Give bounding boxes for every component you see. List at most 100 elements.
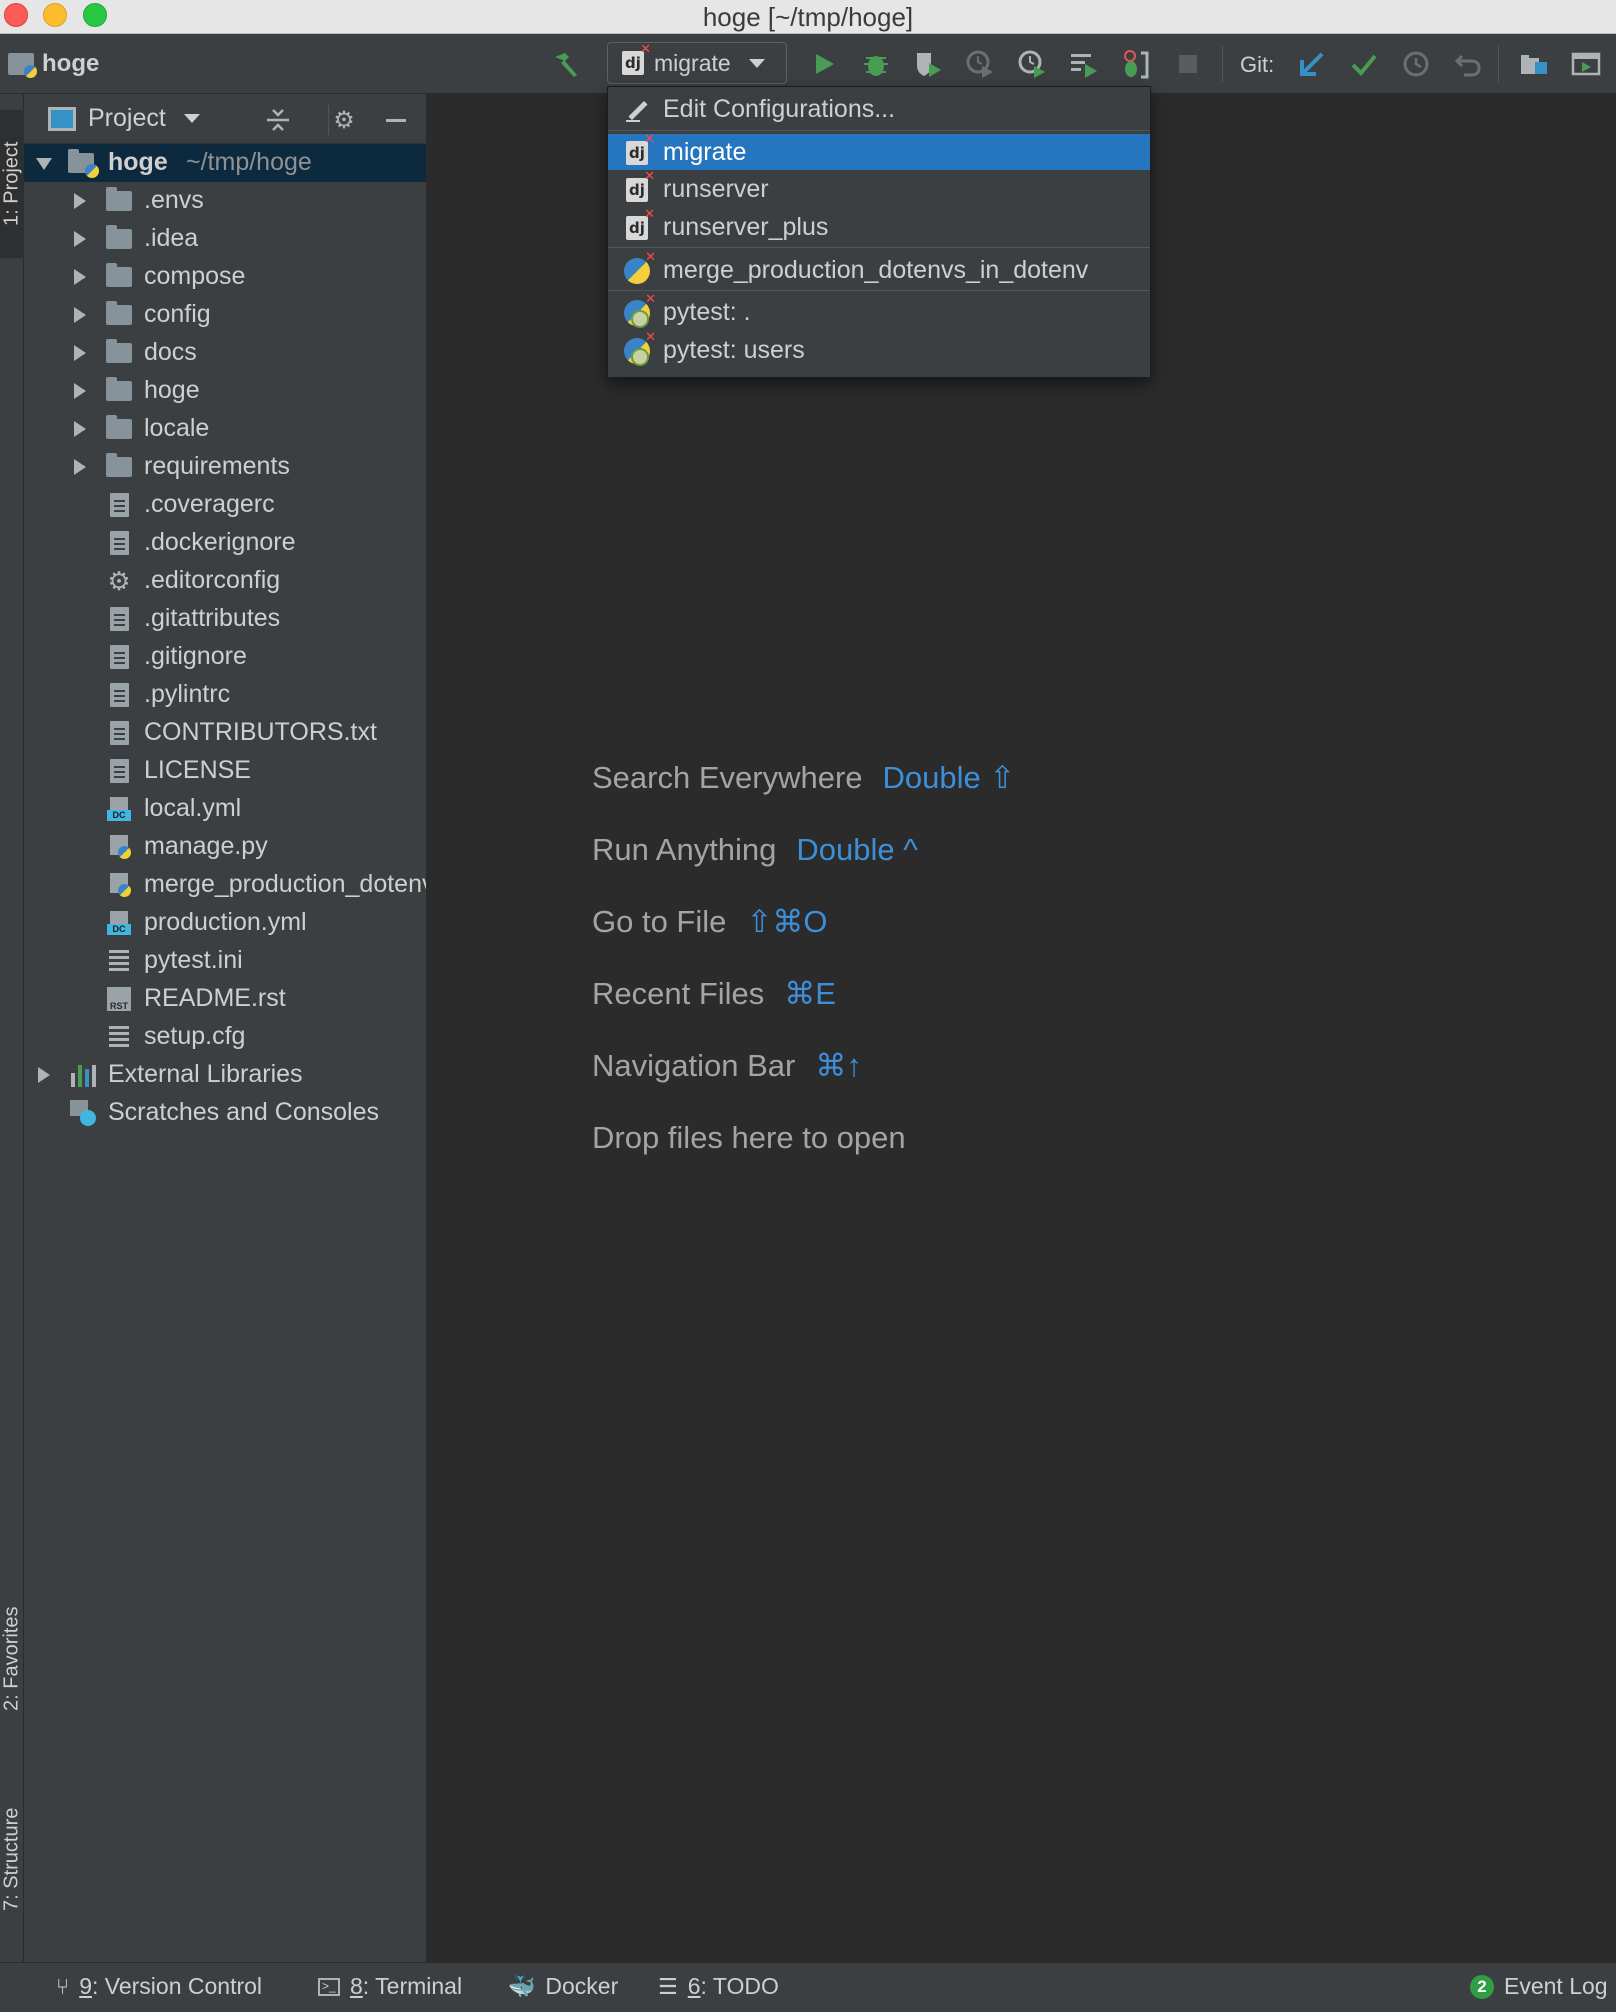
favorites-tool-tab[interactable]: 2: Favorites	[0, 1574, 24, 1744]
tree-item[interactable]: production.yml	[24, 904, 426, 942]
tree-item[interactable]: LICENSE	[24, 752, 426, 790]
tree-item[interactable]: ⚙ .editorconfig	[24, 562, 426, 600]
stop-icon[interactable]	[1172, 48, 1204, 80]
tree-root[interactable]: hoge ~/tmp/hoge	[24, 144, 426, 182]
chevron-right-icon[interactable]	[74, 231, 86, 247]
tree-item[interactable]: merge_production_dotenvs_in_dotenv.py	[24, 866, 426, 904]
chevron-right-icon[interactable]	[74, 193, 86, 209]
hint-label: Drop files here to open	[592, 1120, 906, 1155]
event-log-tool-button[interactable]: 2 Event Log	[1470, 1973, 1608, 2000]
project-structure-icon[interactable]	[1518, 48, 1550, 80]
run-with-profile-icon[interactable]	[1068, 48, 1100, 80]
terminal-tool-button[interactable]: >_ 8: Terminal	[318, 1973, 462, 2000]
hide-panel-icon[interactable]	[382, 106, 410, 134]
tree-item-label: setup.cfg	[144, 1022, 246, 1050]
concurrency-diagram-icon[interactable]	[1016, 48, 1048, 80]
chevron-right-icon[interactable]	[74, 421, 86, 437]
docker-tool-button[interactable]: 🐳 Docker	[508, 1973, 618, 2000]
chevron-right-icon[interactable]	[74, 269, 86, 285]
tree-item[interactable]: requirements	[24, 448, 426, 486]
tree-item-label: .dockerignore	[144, 528, 296, 556]
tree-item[interactable]: manage.py	[24, 828, 426, 866]
folder-icon	[106, 225, 132, 252]
attach-debugger-icon[interactable]	[1120, 48, 1152, 80]
scratches-node[interactable]: Scratches and Consoles	[24, 1094, 426, 1132]
run-icon[interactable]	[808, 48, 840, 80]
run-configurations-popup: Edit Configurations... dj migrate dj runser…	[607, 86, 1151, 378]
tree-item[interactable]: docs	[24, 334, 426, 372]
chevron-right-icon[interactable]	[74, 345, 86, 361]
project-tool-tab[interactable]: 1: Project	[0, 110, 24, 258]
folder-icon	[106, 339, 132, 366]
collapse-all-icon[interactable]	[264, 106, 292, 134]
chevron-right-icon[interactable]	[38, 1067, 50, 1083]
build-hammer-icon[interactable]	[550, 48, 582, 80]
run-config-item[interactable]: dj migrate	[608, 132, 1150, 170]
tree-item-label: LICENSE	[144, 756, 251, 784]
libraries-icon	[70, 1062, 96, 1088]
tree-item-label: local.yml	[144, 794, 242, 822]
run-with-coverage-icon[interactable]	[912, 48, 944, 80]
todo-list-icon: ☰	[658, 1973, 678, 1999]
run-config-item[interactable]: merge_production_dotenvs_in_dotenv	[608, 249, 1150, 288]
tree-item-label: CONTRIBUTORS.txt	[144, 718, 377, 746]
tree-item[interactable]: .coveragerc	[24, 486, 426, 524]
tree-item[interactable]: .pylintrc	[24, 676, 426, 714]
tree-item[interactable]: .dockerignore	[24, 524, 426, 562]
chevron-down-icon[interactable]	[36, 158, 52, 170]
tree-item[interactable]: compose	[24, 258, 426, 296]
python-file-icon	[106, 834, 132, 860]
gear-icon: ⚙	[107, 566, 131, 596]
profile-icon[interactable]	[964, 48, 996, 80]
git-history-clock-icon[interactable]	[1400, 48, 1432, 80]
file-icon	[106, 682, 132, 708]
structure-tool-tab[interactable]: 7: Structure	[0, 1784, 24, 1934]
git-commit-check-icon[interactable]	[1348, 48, 1380, 80]
chevron-right-icon[interactable]	[74, 383, 86, 399]
run-config-item[interactable]: pytest: users	[608, 329, 1150, 368]
main-toolbar: hoge dj migrate Git:	[0, 34, 1616, 94]
edit-configurations-item[interactable]: Edit Configurations...	[608, 91, 1150, 127]
tree-item[interactable]: config	[24, 296, 426, 334]
chevron-right-icon[interactable]	[74, 307, 86, 323]
event-log-label: Event Log	[1504, 1973, 1608, 1999]
version-control-tool-button[interactable]: ⑂ 9: Version Control	[56, 1973, 262, 2000]
pencil-icon	[624, 97, 650, 123]
tree-item[interactable]: CONTRIBUTORS.txt	[24, 714, 426, 752]
version-control-label: 9: Version Control	[79, 1973, 262, 2000]
tree-item[interactable]: setup.cfg	[24, 1018, 426, 1056]
external-libraries-node[interactable]: External Libraries	[24, 1056, 426, 1094]
tree-item[interactable]: locale	[24, 410, 426, 448]
run-configuration-selector[interactable]: dj migrate	[607, 42, 787, 84]
debug-icon[interactable]	[860, 48, 892, 80]
chevron-right-icon[interactable]	[74, 459, 86, 475]
gear-icon[interactable]: ⚙	[330, 106, 358, 134]
run-config-item-label: merge_production_dotenvs_in_dotenv	[663, 255, 1089, 284]
tree-item[interactable]: hoge	[24, 372, 426, 410]
git-update-arrow-icon[interactable]	[1296, 48, 1328, 80]
tree-item[interactable]: .idea	[24, 220, 426, 258]
chevron-down-icon[interactable]	[183, 114, 200, 123]
run-config-item[interactable]: dj runserver_plus	[608, 207, 1150, 245]
project-view-selector[interactable]: Project	[88, 104, 166, 133]
run-config-item[interactable]: dj runserver	[608, 169, 1150, 207]
file-icon	[106, 758, 132, 784]
file-icon	[106, 644, 132, 670]
editor-hint: Drop files here to open	[592, 1120, 906, 1156]
tree-item-label: .gitattributes	[144, 604, 281, 632]
presentation-mode-icon[interactable]	[1570, 48, 1602, 80]
terminal-icon: >_	[318, 1977, 340, 1996]
external-libraries-label: External Libraries	[108, 1060, 303, 1088]
git-rollback-icon[interactable]	[1452, 48, 1484, 80]
chevron-down-icon	[748, 58, 765, 68]
tree-item[interactable]: local.yml	[24, 790, 426, 828]
tree-item[interactable]: .gitignore	[24, 638, 426, 676]
tree-item[interactable]: .gitattributes	[24, 600, 426, 638]
tree-item[interactable]: pytest.ini	[24, 942, 426, 980]
hint-shortcut: ⌘E	[784, 976, 836, 1011]
todo-tool-button[interactable]: ☰ 6: TODO	[658, 1973, 779, 2000]
project-breadcrumb[interactable]: hoge	[8, 46, 99, 82]
tree-item[interactable]: .envs	[24, 182, 426, 220]
tree-item[interactable]: RST README.rst	[24, 980, 426, 1018]
run-config-item[interactable]: pytest: .	[608, 291, 1150, 330]
